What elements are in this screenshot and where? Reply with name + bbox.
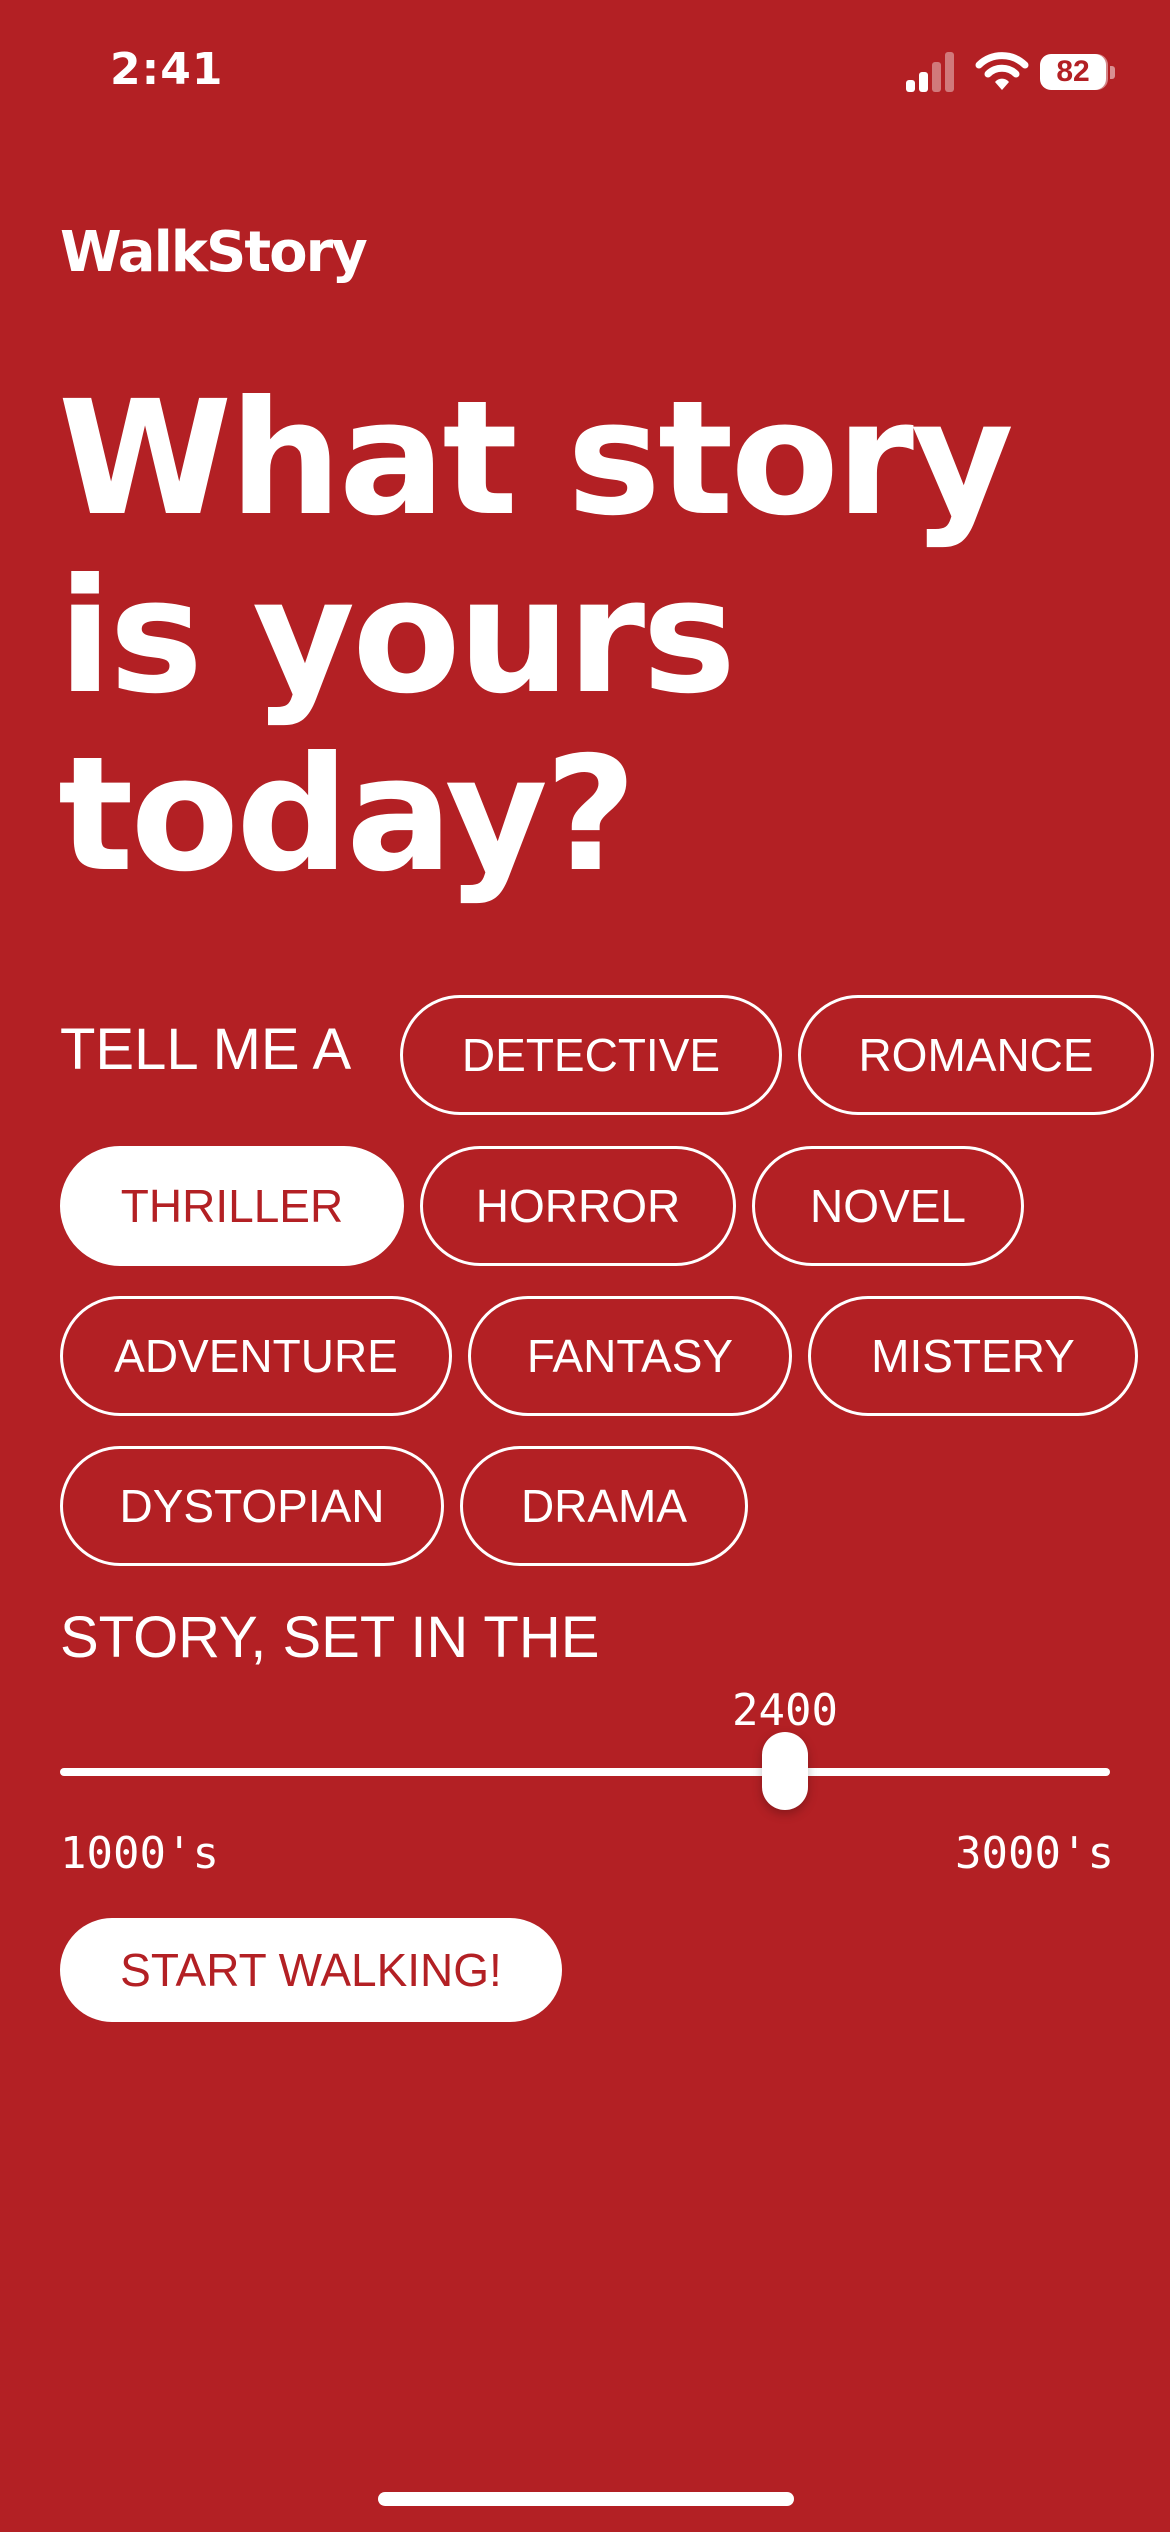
status-time: 2:41	[110, 44, 224, 95]
brand-logo: WalkStory	[60, 220, 368, 285]
status-bar: 2:41 82	[0, 0, 1170, 150]
signal-icon	[906, 52, 960, 92]
title-line-2: is yours	[58, 545, 736, 729]
page-title: What story is yours today?	[58, 370, 1138, 904]
era-prompt: STORY, SET IN THE	[60, 1605, 600, 1670]
genre-chip-horror[interactable]: HORROR	[420, 1146, 736, 1266]
start-walking-button[interactable]: START WALKING!	[60, 1918, 562, 2022]
era-min-label: 1000's	[60, 1828, 219, 1879]
era-slider-track[interactable]	[60, 1768, 1110, 1776]
genre-chip-mistery[interactable]: MISTERY	[808, 1296, 1138, 1416]
title-line-3: today?	[58, 723, 637, 907]
genre-chip-dystopian[interactable]: DYSTOPIAN	[60, 1446, 444, 1566]
era-slider-thumb[interactable]	[762, 1732, 808, 1810]
genre-chip-thriller[interactable]: THRILLER	[60, 1146, 404, 1266]
era-max-label: 3000's	[955, 1828, 1114, 1879]
genre-chip-fantasy[interactable]: FANTASY	[468, 1296, 792, 1416]
genre-chip-detective[interactable]: DETECTIVE	[400, 995, 782, 1115]
battery-cap	[1110, 66, 1115, 79]
genre-chip-drama[interactable]: DRAMA	[460, 1446, 748, 1566]
genre-chip-adventure[interactable]: ADVENTURE	[60, 1296, 452, 1416]
genre-chip-romance[interactable]: ROMANCE	[798, 995, 1154, 1115]
title-line-1: What story	[58, 367, 1014, 551]
genre-prompt: TELL ME A	[60, 1017, 352, 1082]
wifi-icon	[975, 52, 1029, 90]
era-slider-value: 2400	[732, 1685, 838, 1736]
home-indicator	[378, 2492, 794, 2506]
genre-chip-novel[interactable]: NOVEL	[752, 1146, 1024, 1266]
battery-icon: 82	[1040, 54, 1106, 90]
